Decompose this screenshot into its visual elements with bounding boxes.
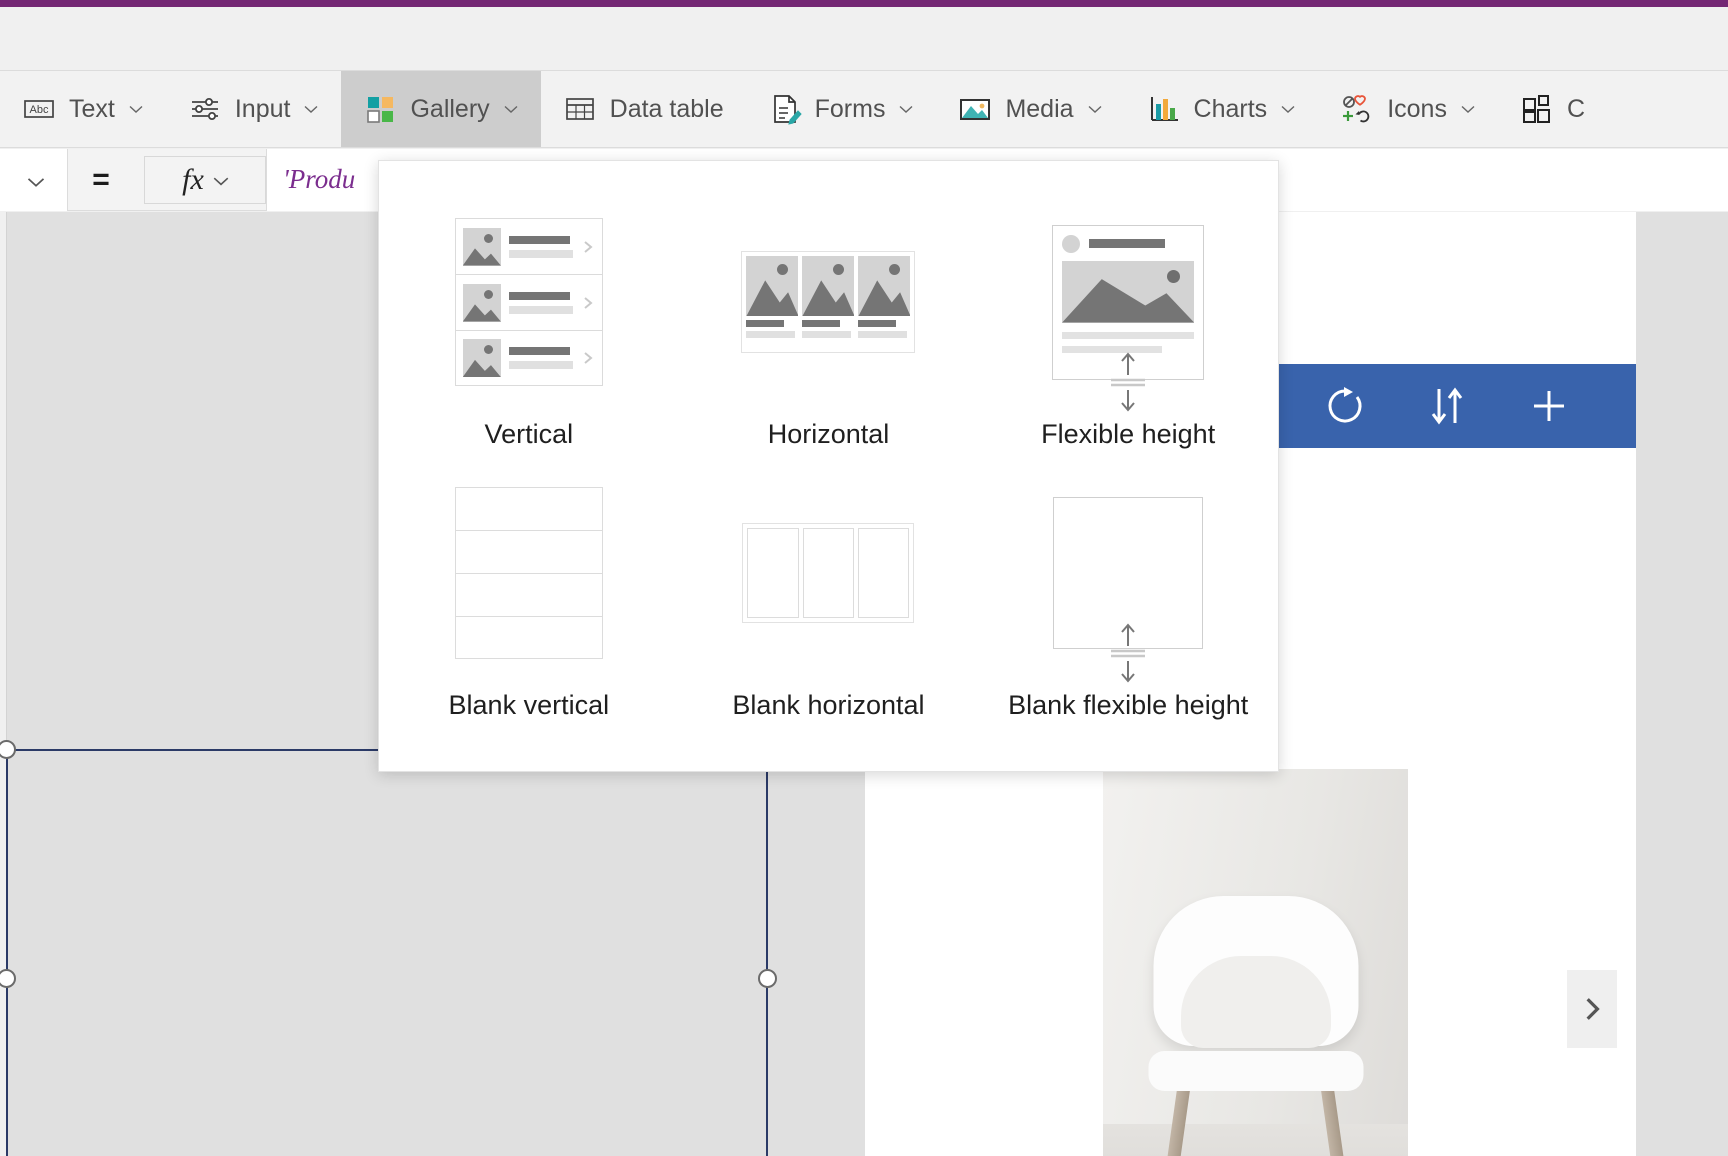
gallery-template-vertical[interactable]: Vertical bbox=[379, 195, 679, 460]
gallery-template-blank-vertical[interactable]: Blank vertical bbox=[379, 466, 679, 731]
chair-seat-pad bbox=[1148, 1051, 1363, 1092]
svg-text:Abc: Abc bbox=[30, 104, 49, 116]
ribbon-item-charts[interactable]: Charts bbox=[1125, 71, 1319, 147]
sort-icon[interactable] bbox=[1424, 383, 1470, 429]
vertical-gallery-thumb bbox=[454, 213, 603, 391]
image-placeholder-icon bbox=[746, 256, 799, 316]
image-placeholder-icon bbox=[1062, 260, 1195, 323]
image-placeholder-icon bbox=[802, 256, 855, 316]
ribbon-label-text: Text bbox=[69, 94, 115, 123]
ribbon-item-custom[interactable]: C bbox=[1498, 71, 1607, 147]
blank-horizontal-gallery-thumb bbox=[742, 484, 915, 662]
property-dropdown[interactable] bbox=[0, 148, 68, 211]
photo-floor bbox=[1103, 1123, 1408, 1156]
ribbon-label-forms: Forms bbox=[814, 94, 886, 123]
flexible-height-gallery-thumb bbox=[1052, 213, 1205, 412]
chevron-down-icon bbox=[898, 101, 914, 117]
add-icon[interactable] bbox=[1526, 383, 1572, 429]
gallery-template-flexible-height[interactable]: Flexible height bbox=[978, 195, 1278, 460]
gallery-template-label: Blank horizontal bbox=[732, 689, 925, 720]
gallery-template-blank-flexible-height[interactable]: Blank flexible height bbox=[978, 466, 1278, 731]
ribbon-item-forms[interactable]: Forms bbox=[746, 71, 937, 147]
form-pencil-icon bbox=[768, 92, 802, 126]
chevron-right-icon bbox=[1579, 996, 1605, 1022]
thumb-row bbox=[454, 218, 603, 274]
fx-glyph: fx bbox=[182, 162, 204, 196]
ribbon-item-data-table[interactable]: Data table bbox=[541, 71, 746, 147]
table-icon bbox=[563, 92, 597, 126]
insert-ribbon: Abc Text Input Gallery Data table Forms … bbox=[0, 70, 1728, 148]
image-placeholder-icon bbox=[462, 339, 501, 377]
image-placeholder-icon bbox=[462, 283, 501, 322]
thumb-card bbox=[802, 256, 855, 348]
blank-vertical-gallery-thumb bbox=[454, 484, 603, 662]
text-abc-icon: Abc bbox=[22, 92, 56, 126]
ribbon-label-media: Media bbox=[1005, 94, 1074, 123]
resize-vertical-icon bbox=[1106, 351, 1150, 413]
sliders-icon bbox=[188, 92, 222, 126]
gallery-template-grid: Vertical Horizontal Flexible height Blan… bbox=[379, 195, 1278, 730]
avatar-placeholder bbox=[1062, 234, 1081, 253]
gallery-next-button[interactable] bbox=[1567, 970, 1617, 1048]
chevron-down-icon bbox=[26, 172, 44, 188]
selection-outline[interactable] bbox=[0, 740, 777, 1156]
gallery-template-label: Flexible height bbox=[1041, 419, 1216, 449]
ribbon-item-gallery[interactable]: Gallery bbox=[341, 71, 541, 147]
fx-button[interactable]: fx bbox=[144, 155, 266, 204]
ribbon-item-media[interactable]: Media bbox=[936, 71, 1124, 147]
ribbon-item-input[interactable]: Input bbox=[166, 71, 342, 147]
ribbon-label-custom: C bbox=[1566, 94, 1586, 123]
window-accent-bar bbox=[0, 0, 1728, 7]
ribbon-label-icons: Icons bbox=[1387, 94, 1447, 123]
image-placeholder-icon bbox=[858, 256, 911, 316]
ribbon-item-text[interactable]: Abc Text bbox=[0, 71, 166, 147]
gallery-template-flyout: Vertical Horizontal Flexible height Blan… bbox=[378, 160, 1279, 772]
gallery-template-blank-horizontal[interactable]: Blank horizontal bbox=[679, 466, 979, 731]
chevron-down-icon bbox=[128, 101, 144, 117]
chevron-right-icon bbox=[581, 351, 595, 365]
thumb-card bbox=[858, 256, 911, 348]
chevron-down-icon bbox=[1460, 101, 1476, 117]
gallery-template-label: Blank flexible height bbox=[1008, 689, 1249, 720]
product-image bbox=[1103, 769, 1408, 1156]
thumb-row bbox=[454, 330, 603, 386]
chevron-right-icon bbox=[581, 240, 595, 254]
gallery-template-label: Horizontal bbox=[767, 419, 890, 449]
gallery-template-label: Vertical bbox=[484, 419, 574, 449]
thumb-row bbox=[454, 274, 603, 330]
resize-vertical-icon bbox=[1106, 622, 1150, 684]
ribbon-label-data-table: Data table bbox=[609, 94, 724, 123]
chevron-down-icon bbox=[1280, 101, 1296, 117]
thumb-card bbox=[746, 256, 799, 348]
custom-blocks-icon bbox=[1520, 92, 1554, 126]
chevron-down-icon bbox=[503, 101, 519, 117]
blank-flexible-height-gallery-thumb bbox=[1053, 484, 1204, 683]
chevron-down-icon bbox=[1087, 101, 1103, 117]
chevron-right-icon bbox=[581, 296, 595, 310]
chair-shell-inner bbox=[1180, 955, 1331, 1048]
refresh-icon[interactable] bbox=[1322, 383, 1368, 429]
horizontal-gallery-thumb bbox=[741, 213, 916, 391]
resize-handle-top-left[interactable] bbox=[0, 740, 16, 759]
shapes-icons-icon bbox=[1340, 92, 1374, 126]
chevron-down-icon bbox=[303, 101, 319, 117]
power-apps-studio-window: Abc Text Input Gallery Data table Forms … bbox=[0, 0, 1728, 1156]
gallery-grid-icon bbox=[363, 92, 397, 126]
resize-handle-middle-right[interactable] bbox=[758, 969, 777, 988]
image-icon bbox=[958, 92, 992, 126]
ribbon-item-icons[interactable]: Icons bbox=[1318, 71, 1498, 147]
gallery-template-horizontal[interactable]: Horizontal bbox=[679, 195, 979, 460]
ribbon-label-input: Input bbox=[234, 94, 291, 123]
command-bar-area bbox=[0, 7, 1728, 70]
chevron-down-icon bbox=[212, 172, 229, 188]
ribbon-label-charts: Charts bbox=[1193, 94, 1268, 123]
equals-sign: = bbox=[92, 162, 110, 196]
ribbon-label-gallery: Gallery bbox=[410, 94, 490, 123]
image-placeholder-icon bbox=[462, 227, 501, 266]
bar-chart-icon bbox=[1147, 92, 1181, 126]
gallery-template-label: Blank vertical bbox=[448, 689, 610, 720]
resize-handle-middle-left[interactable] bbox=[0, 969, 16, 988]
